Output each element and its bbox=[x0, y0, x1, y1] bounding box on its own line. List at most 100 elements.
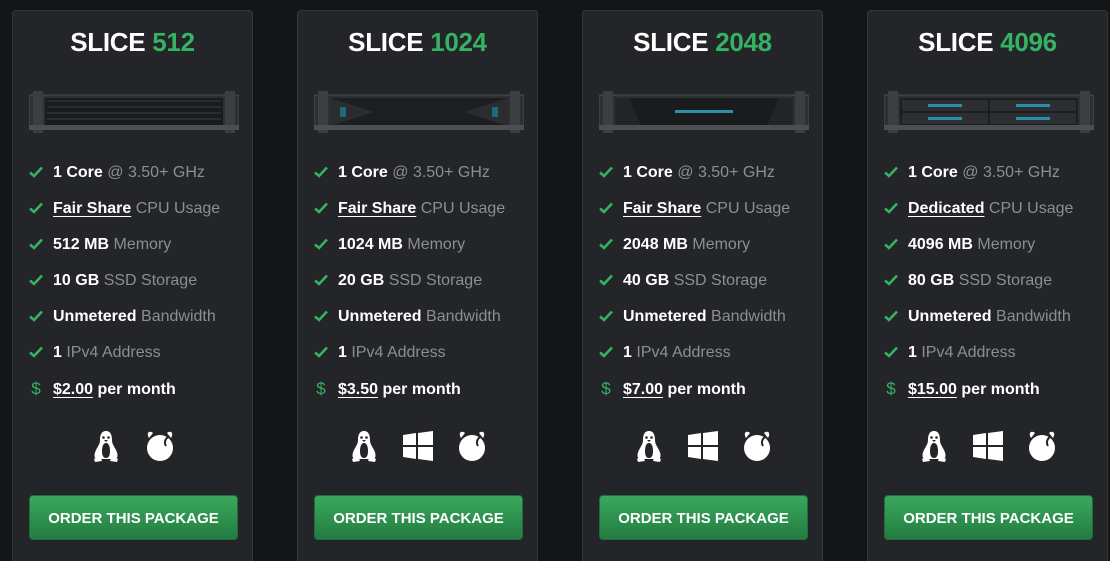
feature-ipv4: 1 IPv4 Address bbox=[314, 341, 536, 377]
plan-title: SLICE 2048 bbox=[583, 27, 822, 58]
freebsd-icon bbox=[743, 431, 770, 461]
feature-cpu: Dedicated CPU Usage bbox=[884, 197, 1106, 233]
plan-name: SLICE bbox=[348, 27, 424, 57]
dollar-icon: $ bbox=[31, 379, 41, 398]
check-icon bbox=[599, 274, 613, 286]
plan-card-slice-1024: SLICE 1024 1 Core @ 3.50+ GHz Fair Share… bbox=[297, 10, 538, 561]
check-icon bbox=[599, 202, 613, 214]
feature-bandwidth: Unmetered Bandwidth bbox=[29, 305, 251, 341]
check-icon bbox=[29, 238, 43, 250]
server-image bbox=[599, 91, 809, 133]
check-icon bbox=[884, 310, 898, 322]
plan-card-slice-512: SLICE 512 1 Core @ 3.50+ GHz Fair Share … bbox=[12, 10, 253, 561]
check-icon bbox=[884, 274, 898, 286]
windows-icon bbox=[402, 431, 433, 461]
feature-cores: 1 Core @ 3.50+ GHz bbox=[599, 161, 821, 197]
feature-storage: 80 GB SSD Storage bbox=[884, 269, 1106, 305]
feature-memory: 2048 MB Memory bbox=[599, 233, 821, 269]
feature-storage: 20 GB SSD Storage bbox=[314, 269, 536, 305]
check-icon bbox=[884, 166, 898, 178]
check-icon bbox=[599, 238, 613, 250]
check-icon bbox=[29, 166, 43, 178]
plan-size: 1024 bbox=[430, 27, 487, 57]
os-icons bbox=[868, 429, 1107, 463]
feature-list: 1 Core @ 3.50+ GHz Fair Share CPU Usage … bbox=[29, 161, 251, 413]
check-icon bbox=[314, 310, 328, 322]
plan-card-slice-4096: SLICE 4096 1 Core @ 3.50+ GHz Dedicated … bbox=[867, 10, 1108, 561]
plan-size: 4096 bbox=[1000, 27, 1057, 57]
check-icon bbox=[314, 274, 328, 286]
linux-icon bbox=[921, 431, 946, 462]
feature-bandwidth: Unmetered Bandwidth bbox=[599, 305, 821, 341]
plan-title: SLICE 512 bbox=[13, 27, 252, 58]
feature-cpu: Fair Share CPU Usage bbox=[314, 197, 536, 233]
freebsd-icon bbox=[146, 431, 173, 461]
plan-title: SLICE 4096 bbox=[868, 27, 1107, 58]
price-value: $15.00 bbox=[908, 381, 957, 398]
plan-name: SLICE bbox=[70, 27, 146, 57]
order-package-button[interactable]: ORDER THIS PACKAGE bbox=[599, 495, 808, 540]
linux-icon bbox=[636, 431, 661, 462]
feature-ipv4: 1 IPv4 Address bbox=[884, 341, 1106, 377]
feature-ipv4: 1 IPv4 Address bbox=[599, 341, 821, 377]
feature-bandwidth: Unmetered Bandwidth bbox=[884, 305, 1106, 341]
plan-title: SLICE 1024 bbox=[298, 27, 537, 58]
freebsd-icon bbox=[458, 431, 485, 461]
check-icon bbox=[29, 274, 43, 286]
windows-icon bbox=[687, 431, 718, 461]
dollar-icon: $ bbox=[316, 379, 326, 398]
order-package-button[interactable]: ORDER THIS PACKAGE bbox=[884, 495, 1093, 540]
windows-icon bbox=[972, 431, 1003, 461]
cpu-share-link[interactable]: Fair Share bbox=[623, 200, 701, 217]
plan-card-slice-2048: SLICE 2048 1 Core @ 3.50+ GHz Fair Share… bbox=[582, 10, 823, 561]
cpu-share-link[interactable]: Fair Share bbox=[338, 200, 416, 217]
check-icon bbox=[884, 202, 898, 214]
os-icons bbox=[583, 429, 822, 463]
feature-price: $ $15.00 per month bbox=[884, 377, 1106, 413]
os-icons bbox=[13, 429, 252, 463]
check-icon bbox=[314, 238, 328, 250]
feature-cpu: Fair Share CPU Usage bbox=[599, 197, 821, 233]
order-package-button[interactable]: ORDER THIS PACKAGE bbox=[29, 495, 238, 540]
dollar-icon: $ bbox=[601, 379, 611, 398]
linux-icon bbox=[93, 431, 118, 462]
check-icon bbox=[884, 238, 898, 250]
check-icon bbox=[599, 310, 613, 322]
check-icon bbox=[884, 346, 898, 358]
feature-memory: 1024 MB Memory bbox=[314, 233, 536, 269]
feature-cpu: Fair Share CPU Usage bbox=[29, 197, 251, 233]
order-package-button[interactable]: ORDER THIS PACKAGE bbox=[314, 495, 523, 540]
check-icon bbox=[29, 310, 43, 322]
feature-list: 1 Core @ 3.50+ GHz Fair Share CPU Usage … bbox=[599, 161, 821, 413]
feature-price: $ $2.00 per month bbox=[29, 377, 251, 413]
cpu-share-link[interactable]: Fair Share bbox=[53, 200, 131, 217]
check-icon bbox=[29, 346, 43, 358]
feature-bandwidth: Unmetered Bandwidth bbox=[314, 305, 536, 341]
feature-cores: 1 Core @ 3.50+ GHz bbox=[314, 161, 536, 197]
check-icon bbox=[314, 346, 328, 358]
feature-price: $ $7.00 per month bbox=[599, 377, 821, 413]
feature-memory: 4096 MB Memory bbox=[884, 233, 1106, 269]
feature-list: 1 Core @ 3.50+ GHz Dedicated CPU Usage 4… bbox=[884, 161, 1106, 413]
plan-size: 2048 bbox=[715, 27, 772, 57]
feature-cores: 1 Core @ 3.50+ GHz bbox=[29, 161, 251, 197]
os-icons bbox=[298, 429, 537, 463]
dollar-icon: $ bbox=[886, 379, 896, 398]
price-value: $7.00 bbox=[623, 381, 664, 398]
server-image bbox=[884, 91, 1094, 133]
plan-name: SLICE bbox=[633, 27, 709, 57]
feature-cores: 1 Core @ 3.50+ GHz bbox=[884, 161, 1106, 197]
feature-storage: 40 GB SSD Storage bbox=[599, 269, 821, 305]
server-image bbox=[314, 91, 524, 133]
price-value: $3.50 bbox=[338, 381, 379, 398]
price-value: $2.00 bbox=[53, 381, 94, 398]
check-icon bbox=[599, 346, 613, 358]
feature-ipv4: 1 IPv4 Address bbox=[29, 341, 251, 377]
cpu-share-link[interactable]: Dedicated bbox=[908, 200, 984, 217]
check-icon bbox=[314, 202, 328, 214]
feature-price: $ $3.50 per month bbox=[314, 377, 536, 413]
check-icon bbox=[314, 166, 328, 178]
server-image bbox=[29, 91, 239, 133]
pricing-page: SLICE 512 1 Core @ 3.50+ GHz Fair Share … bbox=[0, 0, 1110, 561]
check-icon bbox=[29, 202, 43, 214]
